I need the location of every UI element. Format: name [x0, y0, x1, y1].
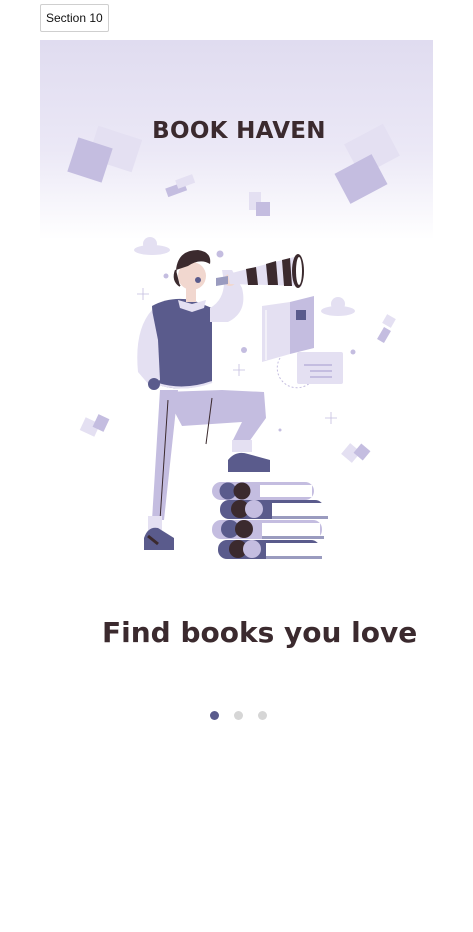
onboarding-headline: Find books you love [102, 616, 418, 649]
pagination-dots[interactable] [210, 711, 270, 721]
book-stack [212, 482, 328, 559]
pagination-dot-2[interactable] [234, 711, 243, 720]
note-card-icon [276, 352, 343, 389]
brand-title: BOOK HAVEN [152, 118, 326, 144]
section-label: Section 10 [40, 4, 109, 32]
pagination-dot-1[interactable] [210, 711, 219, 720]
pagination-dot-3[interactable] [258, 711, 267, 720]
